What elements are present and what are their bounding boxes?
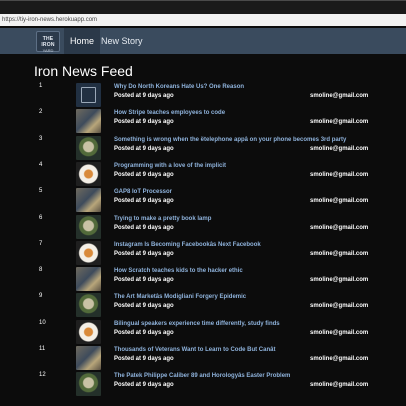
url-bar[interactable]: https://tiy-iron-news.herokuapp.com xyxy=(0,14,406,26)
item-rank: 4 xyxy=(39,161,43,168)
item-rank: 5 xyxy=(39,188,43,195)
top-navbar: THE IRON YARD Home New Story xyxy=(0,28,406,54)
logo-line-1: THE IRON xyxy=(41,36,55,48)
item-rank: 10 xyxy=(39,319,46,326)
item-rank: 1 xyxy=(39,83,43,89)
item-rank: 9 xyxy=(39,293,43,300)
author-email: smoline@gmail.com xyxy=(310,119,369,126)
posted-time: Posted at 9 days ago xyxy=(114,329,174,336)
page-title: Iron News Feed xyxy=(34,63,133,79)
chrome-highlight xyxy=(0,0,406,1)
iron-yard-logo[interactable]: THE IRON YARD xyxy=(36,31,60,53)
story-thumbnail[interactable] xyxy=(76,240,101,265)
author-email: smoline@gmail.com xyxy=(310,93,369,99)
list-item: 6 Trying to make a pretty book lamp Posted… xyxy=(0,214,406,242)
story-title-link[interactable]: How Stripe teaches employees to code xyxy=(114,109,225,117)
story-thumbnail[interactable] xyxy=(76,83,101,107)
list-item: 5 GAP8 IoT Processor Posted at 9 days ago s… xyxy=(0,188,406,215)
posted-time: Posted at 9 days ago xyxy=(114,145,174,152)
list-item: 2 How Stripe teaches employees to code Pos… xyxy=(0,109,406,136)
posted-time: Posted at 9 days ago xyxy=(114,277,174,284)
list-item: 10 Bilingual speakers experience time dif… xyxy=(0,319,406,347)
nav-home-link[interactable]: Home xyxy=(64,28,101,54)
posted-time: Posted at 9 days ago xyxy=(114,93,174,99)
list-item: 3 Something is wrong when the ëtelephone … xyxy=(0,135,406,163)
item-rank: 3 xyxy=(39,135,43,142)
story-thumbnail[interactable] xyxy=(76,161,101,186)
list-item: 12 The Patek Philippe Caliber 89 and Horo… xyxy=(0,372,406,399)
author-email: smoline@gmail.com xyxy=(310,250,369,257)
story-thumbnail[interactable] xyxy=(76,346,101,370)
item-rank: 6 xyxy=(39,214,43,221)
logo-line-2: YARD xyxy=(42,48,54,53)
posted-time: Posted at 9 days ago xyxy=(114,119,174,126)
list-item: 11 Thousands of Veterans Want to Learn to… xyxy=(0,346,406,373)
posted-time: Posted at 9 days ago xyxy=(114,250,174,257)
story-title-link[interactable]: How Scratch teaches kids to the hacker e… xyxy=(114,267,243,275)
list-item: 8 How Scratch teaches kids to the hacker … xyxy=(0,267,406,294)
story-thumbnail[interactable] xyxy=(76,188,101,213)
story-thumbnail[interactable] xyxy=(76,293,101,318)
item-rank: 7 xyxy=(39,240,43,247)
posted-time: Posted at 9 days ago xyxy=(114,171,174,178)
story-thumbnail[interactable] xyxy=(76,319,101,344)
nav-new-story-link[interactable]: New Story xyxy=(101,28,143,54)
author-email: smoline@gmail.com xyxy=(310,171,369,178)
list-item: 9 The Art Marketâs Modigliani Forgery Epi… xyxy=(0,293,406,320)
author-email: smoline@gmail.com xyxy=(310,303,369,310)
posted-time: Posted at 9 days ago xyxy=(114,382,174,389)
author-email: smoline@gmail.com xyxy=(310,277,369,284)
posted-time: Posted at 9 days ago xyxy=(114,198,174,205)
item-rank: 12 xyxy=(39,372,46,379)
author-email: smoline@gmail.com xyxy=(310,224,369,231)
story-title-link[interactable]: Thousands of Veterans Want to Learn to C… xyxy=(114,346,275,354)
story-title-link[interactable]: Programming with a love of the implicit xyxy=(114,162,226,170)
story-thumbnail[interactable] xyxy=(76,135,101,160)
story-thumbnail[interactable] xyxy=(76,267,101,292)
story-title-link[interactable]: The Art Marketâs Modigliani Forgery Epid… xyxy=(114,293,246,301)
item-rank: 11 xyxy=(39,346,46,352)
story-title-link[interactable]: Bilingual speakers experience time diffe… xyxy=(114,320,280,328)
story-thumbnail[interactable] xyxy=(76,109,101,134)
story-title-link[interactable]: Trying to make a pretty book lamp xyxy=(114,215,211,223)
item-rank: 2 xyxy=(39,109,43,116)
author-email: smoline@gmail.com xyxy=(310,382,369,389)
list-item: 1 Why Do North Koreans Hate Us? One Reaso… xyxy=(0,83,406,110)
posted-time: Posted at 9 days ago xyxy=(114,356,174,362)
list-item: 7 Instagram Is Becoming Facebookâs Next F… xyxy=(0,240,406,268)
author-email: smoline@gmail.com xyxy=(310,145,369,152)
author-email: smoline@gmail.com xyxy=(310,198,369,205)
author-email: smoline@gmail.com xyxy=(310,329,369,336)
author-email: smoline@gmail.com xyxy=(310,356,369,362)
story-title-link[interactable]: Why Do North Koreans Hate Us? One Reason xyxy=(114,83,244,91)
story-thumbnail[interactable] xyxy=(76,214,101,239)
story-title-link[interactable]: GAP8 IoT Processor xyxy=(114,188,172,196)
story-title-link[interactable]: Instagram Is Becoming Facebookâs Next Fa… xyxy=(114,241,261,249)
story-title-link[interactable]: Something is wrong when the ëtelephone a… xyxy=(114,136,346,144)
item-rank: 8 xyxy=(39,267,43,274)
story-thumbnail[interactable] xyxy=(76,372,101,397)
posted-time: Posted at 9 days ago xyxy=(114,303,174,310)
story-title-link[interactable]: The Patek Philippe Caliber 89 and Horolo… xyxy=(114,372,290,380)
list-item: 4 Programming with a love of the implicit… xyxy=(0,161,406,189)
posted-time: Posted at 9 days ago xyxy=(114,224,174,231)
